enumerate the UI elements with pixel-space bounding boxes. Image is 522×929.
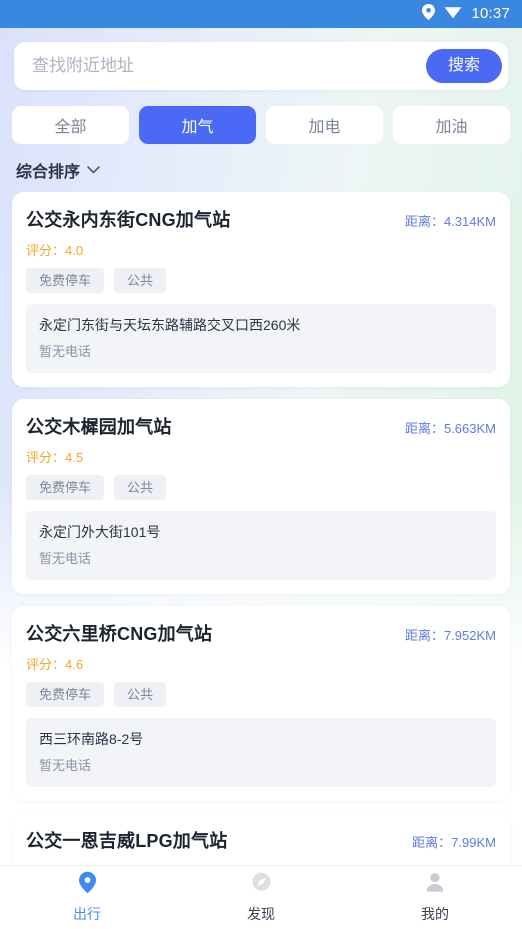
distance-value: 7.952KM [443, 627, 496, 643]
station-phone: 暂无电话 [39, 550, 92, 566]
nav-label: 发现 [247, 906, 275, 922]
compass-icon [251, 871, 272, 899]
station-list[interactable]: 公交永内东街CNG加气站 距离：4.314KM 评分：4.0 免费停车 公共 永… [0, 192, 522, 929]
nav-label: 我的 [421, 906, 449, 922]
station-address-box: 永定门东街与天坛东路辅路交叉口西260米 暂无电话 [26, 304, 496, 373]
location-pin-icon [422, 3, 436, 25]
filter-tabs: 全部 加气 加电 加油 [0, 90, 522, 144]
tab-all[interactable]: 全部 [12, 106, 129, 144]
station-address: 永定门东街与天坛东路辅路交叉口西260米 [39, 317, 301, 333]
nav-item-profile[interactable]: 我的 [348, 871, 522, 924]
station-card[interactable]: 公交木樨园加气站 距离：5.663KM 评分：4.5 免费停车 公共 永定门外大… [12, 398, 510, 594]
station-card[interactable]: 公交六里桥CNG加气站 距离：7.952KM 评分：4.6 免费停车 公共 西三… [12, 605, 510, 801]
station-rating: 评分：4.6 [26, 654, 496, 673]
rating-value: 4.5 [65, 449, 84, 465]
distance-label: 距离： [404, 214, 444, 229]
chevron-down-icon [87, 161, 100, 179]
tab-electric[interactable]: 加电 [266, 106, 383, 144]
nav-label: 出行 [73, 906, 101, 922]
search-bar: 搜索 [14, 42, 508, 90]
station-card[interactable]: 公交永内东街CNG加气站 距离：4.314KM 评分：4.0 免费停车 公共 永… [12, 192, 510, 387]
station-rating: 评分：4.5 [26, 447, 496, 466]
station-distance: 距离：7.99KM [412, 832, 496, 851]
station-tags: 免费停车 公共 [26, 474, 496, 500]
station-distance: 距离：7.952KM [405, 625, 496, 644]
location-pin-icon [78, 871, 97, 899]
station-tag: 公共 [114, 268, 167, 293]
station-header: 公交永内东街CNG加气站 距离：4.314KM [26, 206, 496, 232]
station-tags: 免费停车 公共 [26, 268, 496, 293]
distance-label: 距离： [412, 834, 452, 850]
bottom-navigation: 出行 发现 我的 [0, 865, 522, 929]
rating-label: 评分： [26, 656, 66, 672]
search-button[interactable]: 搜索 [425, 49, 502, 83]
rating-label: 评分： [26, 449, 66, 465]
nav-item-discover[interactable]: 发现 [174, 871, 348, 924]
station-phone: 暂无电话 [39, 757, 92, 773]
sort-selector[interactable]: 综合排序 [0, 144, 100, 192]
station-header: 公交木樨园加气站 距离：5.663KM [26, 413, 496, 439]
station-tag: 公共 [114, 474, 167, 500]
station-tags: 免费停车 公共 [26, 681, 496, 707]
station-rating: 评分：4.0 [26, 240, 496, 259]
station-header: 公交一恩吉威LPG加气站 距离：7.99KM [26, 827, 496, 853]
station-address: 永定门外大街101号 [39, 523, 161, 540]
station-address: 西三环南路8-2号 [39, 730, 144, 747]
station-header: 公交六里桥CNG加气站 距离：7.952KM [26, 620, 496, 646]
sort-label: 综合排序 [16, 164, 81, 181]
station-name: 公交木樨园加气站 [26, 416, 172, 437]
station-name: 公交六里桥CNG加气站 [26, 623, 213, 644]
nav-item-travel[interactable]: 出行 [0, 871, 174, 924]
person-icon [425, 871, 445, 899]
distance-value: 4.314KM [443, 214, 496, 229]
status-time: 10:37 [471, 5, 510, 22]
station-tag: 免费停车 [26, 681, 105, 707]
distance-label: 距离： [404, 420, 444, 436]
station-phone: 暂无电话 [39, 343, 92, 359]
rating-value: 4.6 [65, 656, 84, 672]
rating-value: 4.0 [65, 243, 84, 258]
distance-value: 5.663KM [443, 420, 496, 436]
status-bar: 10:37 [0, 0, 522, 28]
search-input[interactable] [32, 42, 426, 90]
tab-gas[interactable]: 加气 [139, 106, 256, 144]
app-screen: 10:37 搜索 全部 加气 加电 加油 综合排序 公交永内东街CNG加气站 距… [0, 0, 522, 929]
station-address-box: 西三环南路8-2号 暂无电话 [26, 717, 496, 787]
rating-label: 评分： [26, 243, 66, 258]
station-name: 公交永内东街CNG加气站 [26, 210, 231, 230]
station-address-box: 永定门外大街101号 暂无电话 [26, 510, 496, 580]
station-tag: 公共 [114, 681, 167, 707]
station-name: 公交一恩吉威LPG加气站 [26, 830, 228, 851]
search-section: 搜索 [0, 28, 522, 90]
station-distance: 距离：4.314KM [405, 211, 496, 230]
distance-value: 7.99KM [451, 834, 496, 850]
station-distance: 距离：5.663KM [405, 418, 496, 437]
station-tag: 免费停车 [26, 268, 105, 293]
tab-fuel[interactable]: 加油 [393, 106, 510, 144]
station-tag: 免费停车 [26, 474, 105, 500]
wifi-icon [444, 5, 462, 24]
distance-label: 距离： [404, 627, 444, 643]
